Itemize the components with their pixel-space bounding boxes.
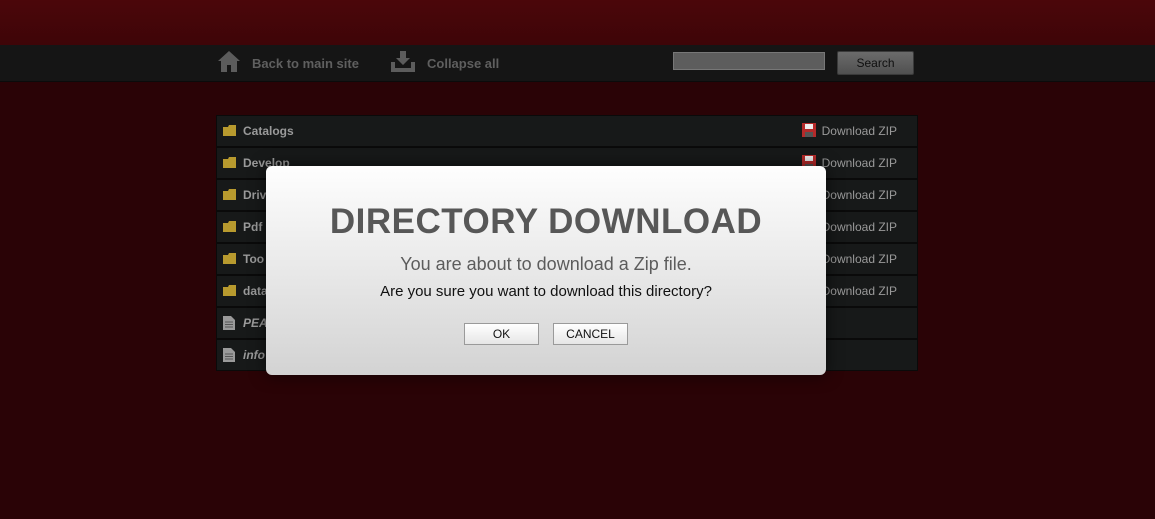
dialog-title: DIRECTORY DOWNLOAD — [329, 202, 763, 241]
folder-icon — [223, 284, 237, 302]
back-to-main-site-label: Back to main site — [252, 55, 359, 71]
item-name[interactable]: info — [243, 348, 265, 362]
floppy-disk-icon — [801, 122, 816, 140]
folder-icon — [223, 252, 237, 270]
download-zip-label: Download ZIP — [821, 124, 897, 138]
folder-icon — [223, 124, 237, 142]
download-zip-label: Download ZIP — [821, 156, 897, 170]
item-name[interactable]: Too — [243, 252, 264, 266]
dialog-question: Are you sure you want to download this d… — [380, 283, 712, 300]
home-icon — [216, 48, 242, 79]
list-item[interactable]: Catalogs Download ZIP — [217, 116, 917, 148]
item-name[interactable]: Driv — [243, 188, 266, 202]
back-to-main-site-link[interactable]: Back to main site — [216, 45, 359, 81]
search-button[interactable]: Search — [837, 51, 914, 75]
download-zip-label: Download ZIP — [821, 220, 897, 234]
item-name[interactable]: PEA — [243, 316, 268, 330]
ok-button[interactable]: OK — [464, 323, 539, 345]
download-zip-label: Download ZIP — [821, 284, 897, 298]
download-tray-icon — [389, 48, 417, 79]
collapse-all-link[interactable]: Collapse all — [389, 45, 499, 81]
cancel-button[interactable]: CANCEL — [553, 323, 628, 345]
item-name[interactable]: Pdf — [243, 220, 262, 234]
file-icon — [223, 348, 235, 367]
folder-icon — [223, 220, 237, 238]
item-name[interactable]: data — [243, 284, 268, 298]
header-band — [0, 0, 1155, 45]
file-icon — [223, 316, 235, 335]
dialog-subtitle: You are about to download a Zip file. — [400, 254, 692, 274]
folder-icon — [223, 188, 237, 206]
download-zip-label: Download ZIP — [821, 188, 897, 202]
download-zip-link[interactable]: Download ZIP — [801, 122, 897, 140]
collapse-all-label: Collapse all — [427, 55, 500, 71]
navbar: Back to main site Collapse all — [0, 45, 1155, 82]
item-name[interactable]: Catalogs — [243, 124, 294, 138]
directory-download-dialog: DIRECTORY DOWNLOAD You are about to down… — [266, 166, 826, 375]
download-zip-label: Download ZIP — [821, 252, 897, 266]
search-input[interactable] — [673, 52, 825, 70]
folder-icon — [223, 156, 237, 174]
